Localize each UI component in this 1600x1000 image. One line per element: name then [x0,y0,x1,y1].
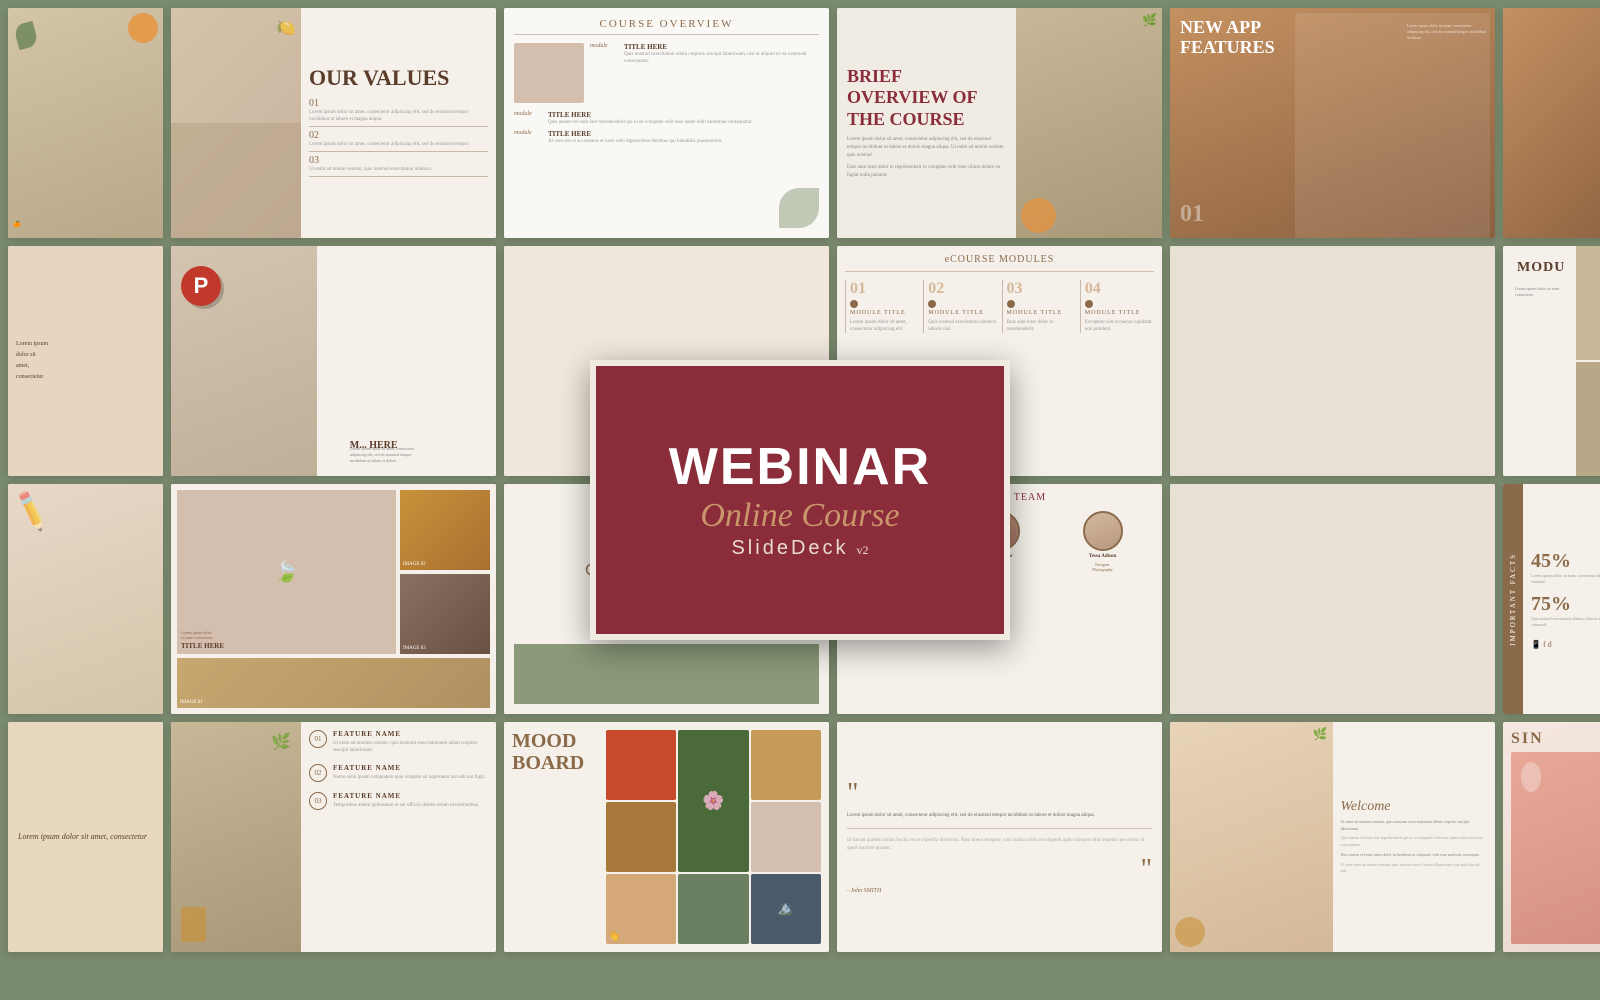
slide-r1c6-partial [1503,8,1600,238]
gallery-img0-label: IMAGE 01 [180,700,203,705]
module-col-3: 03 MODULE TITLE Duis aute irure dolor in… [1002,280,1076,333]
quote-text: Lorem ipsum dolor sit amet, consectetur … [847,812,1152,821]
slide-important-facts[interactable]: IMPORTANT FACTS 45% Lorem ipsum dolor si… [1503,484,1600,714]
gallery-img2-label: IMAGE 03 [403,646,426,651]
quote-author: - John SMITH [847,888,1152,894]
module-col-1: 01 MODULE TITLE Lorem ipsum dolor sit am… [845,280,919,333]
module3-badge: module [514,130,544,136]
left-partial-text: Lorem ipsum dolor sit amet, consectetur [18,829,153,845]
slide-r2c5-placeholder [1170,246,1495,476]
modu-title: MODU [1511,254,1568,282]
welcome-slide-title: Welcome [1341,799,1488,815]
val-num2: 02Lorem ipsum dolor sit amet, consectetu… [309,130,488,152]
center-deck: SlideDeck [731,537,848,560]
p-logo-letter: P [194,273,209,299]
slide-course-overview[interactable]: COURSE OVERVIEW module TITLE HEREQuis no… [504,8,829,238]
module2-title: TITLE HERE [548,111,819,119]
slide-brief-overview[interactable]: BRIEF OVERVIEW OF THE COURSE Lorem ipsum… [837,8,1162,238]
stat1: 45% [1531,550,1600,573]
slide-sin-partial: SIN [1503,722,1600,952]
center-version: v2 [857,543,869,558]
gallery-title: TITLE HERE [181,642,224,650]
values-title: OUR VALUES [309,66,488,90]
slide-mock-ppt[interactable]: P M... HERE Lorem ipsum dolor sit amet, … [171,246,496,476]
feature-2: 02 FEATURE NAME Nemo enim ipsam voluptat… [309,764,488,782]
val-num3: 03Ut enim ad minim veniam, quis nostrud … [309,155,488,177]
module-col-2: 02 MODULE TITLE Quis nostrud exercitatio… [923,280,997,333]
module1-title: TITLE HERE [624,43,819,51]
mood-board-title: MOOD BOARD [512,730,602,774]
feature-3: 03 FEATURE NAME Temporibus autem quibusd… [309,792,488,810]
team-member-3: Tessa Adison DesignerPhotography [1083,511,1123,572]
slide-our-values[interactable]: 🍋 OUR VALUES 01Lorem ipsum dolor sit ame… [171,8,496,238]
center-title: WEBINAR [669,441,931,493]
module-col-4: 04 MODULE TITLE Excepteur sint occaecat … [1080,280,1154,333]
feature-1: 01 FEATURE NAME Ut enim ad minima veniam… [309,730,488,754]
important-facts-label: IMPORTANT FACTS [1509,553,1517,646]
module2-badge: module [514,111,544,117]
stat2: 75% [1531,593,1600,616]
module1-badge: module [590,43,620,49]
slide-mood-board[interactable]: MOOD BOARD 🌸 👋 🏔️ [504,722,829,952]
gallery-img1-label: IMAGE 02 [403,562,426,567]
slide-new-app-features[interactable]: NEW APPFEATURES 01 Lorem ipsum dolor sit… [1170,8,1495,238]
module3-title: TITLE HERE [548,130,819,138]
close-quote: " [847,856,1152,884]
center-subtitle: Online Course [700,497,899,535]
quote-sub: Et harum quidem rerum facilis est et exp… [847,837,1152,852]
mock-slide-body: Lorem ipsum dolor sit amet, consectetura… [350,446,488,464]
ecourse-title: eCOURSE MODULES [845,254,1154,265]
slide-r4c1-text: Lorem ipsum dolor sit amet, consectetur [8,722,163,952]
slide-r3c1-hand: ✏️ [8,484,163,714]
slide-gallery[interactable]: 🍃 TITLE HERE Lorem ipsum dolorsit amet c… [171,484,496,714]
open-quote: " [847,780,1152,808]
newapp-num: 01 [1180,201,1204,228]
slide-r1c1[interactable]: 🍊 [8,8,163,238]
val-num1: 01Lorem ipsum dolor sit amet, consectetu… [309,98,488,127]
slide-feature-list[interactable]: 🌿 01 FEATURE NAME Ut enim ad minima veni… [171,722,496,952]
slide-welcome-text[interactable]: 🌿 Welcome Ut enim ad minima veniam, quis… [1170,722,1495,952]
center-card: WEBINAR Online Course SlideDeck v2 [590,360,1010,640]
brief-heading: BRIEF OVERVIEW OF THE COURSE [847,66,1006,131]
slide-r2c1: Lorem ipsumdolor sitamet,consectetur [8,246,163,476]
slide-r3c5-placeholder [1170,484,1495,714]
overview-title: COURSE OVERVIEW [514,18,819,35]
slide-modu-partial: MODU Lorem ipsum dolor sit amet consecte… [1503,246,1600,476]
sin-text: SIN [1511,730,1600,748]
slide-quote[interactable]: " Lorem ipsum dolor sit amet, consectetu… [837,722,1162,952]
newapp-title: NEW APPFEATURES [1180,18,1275,58]
